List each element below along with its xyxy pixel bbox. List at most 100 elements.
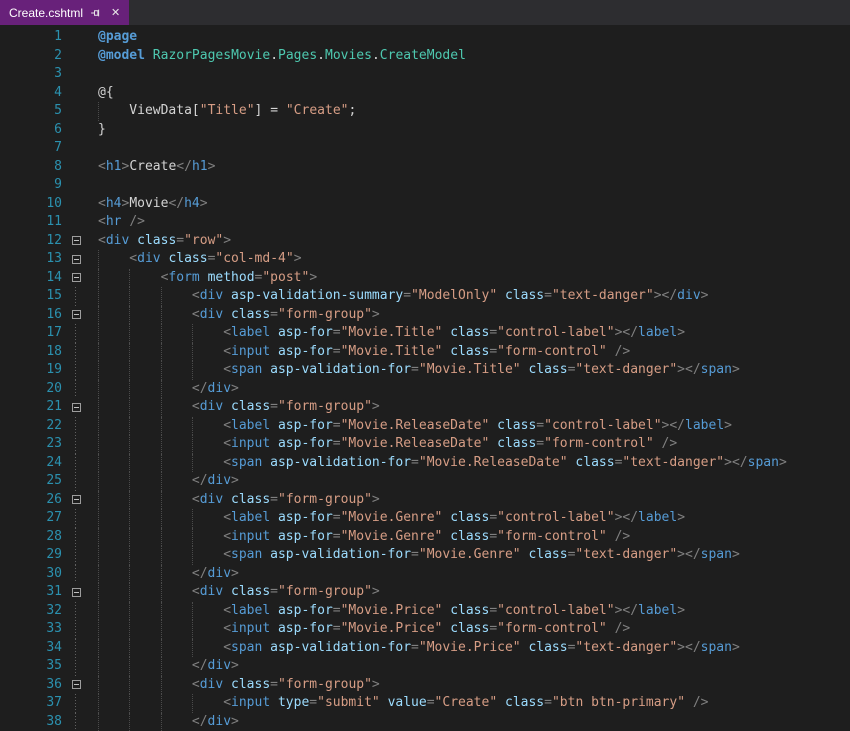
fold-collapse-icon[interactable] <box>64 250 88 269</box>
indent-guide <box>98 398 129 417</box>
code-text: <span asp-validation-for="Movie.Price" c… <box>88 639 740 658</box>
line-number: 30 <box>0 565 64 584</box>
code-token: class <box>231 399 270 414</box>
line-number: 31 <box>0 583 64 602</box>
code-token: CreateModel <box>380 48 466 63</box>
code-token <box>270 510 278 525</box>
indent-guide <box>98 287 129 306</box>
code-line: 14<form method="post"> <box>0 269 850 288</box>
code-token: > <box>294 251 302 266</box>
line-number: 10 <box>0 195 64 214</box>
code-token: ></ <box>677 547 700 562</box>
indent-guide <box>98 380 129 399</box>
code-token: class <box>528 640 567 655</box>
line-number: 25 <box>0 472 64 491</box>
fold-margin <box>64 121 88 140</box>
fold-collapse-icon[interactable] <box>64 583 88 602</box>
code-line: 9 <box>0 176 850 195</box>
code-token: </ <box>192 658 208 673</box>
code-token: = <box>411 455 419 470</box>
indent-guide <box>129 657 160 676</box>
code-line: 33<input asp-for="Movie.Price" class="fo… <box>0 620 850 639</box>
code-token <box>442 325 450 340</box>
code-token: label <box>638 510 677 525</box>
code-token: < <box>98 233 106 248</box>
code-token: "col-md-4" <box>215 251 293 266</box>
code-token <box>223 677 231 692</box>
indent-guide <box>192 528 223 547</box>
code-text: <div class="form-group"> <box>88 398 380 417</box>
indent-guide <box>161 509 192 528</box>
code-token <box>262 547 270 562</box>
code-token: "control-label" <box>497 603 614 618</box>
code-token: div <box>208 714 231 729</box>
code-token: = <box>333 418 341 433</box>
code-line: 19<span asp-validation-for="Movie.Title"… <box>0 361 850 380</box>
code-token: = <box>270 399 278 414</box>
code-token: </ <box>192 714 208 729</box>
code-text: @model RazorPagesMovie.Pages.Movies.Crea… <box>88 47 466 66</box>
code-text: } <box>88 121 106 140</box>
indent-guide <box>129 602 160 621</box>
tab-create-cshtml[interactable]: Create.cshtml ✕ <box>0 0 129 25</box>
code-line: 28<input asp-for="Movie.Genre" class="fo… <box>0 528 850 547</box>
fold-collapse-icon[interactable] <box>64 232 88 251</box>
indent-guide <box>161 417 192 436</box>
code-token: </ <box>192 473 208 488</box>
pin-icon[interactable] <box>90 7 102 19</box>
code-line: 22<label asp-for="Movie.ReleaseDate" cla… <box>0 417 850 436</box>
indent-guide <box>129 343 160 362</box>
code-text: <input asp-for="Movie.Genre" class="form… <box>88 528 630 547</box>
code-text: <input asp-for="Movie.Price" class="form… <box>88 620 630 639</box>
indent-guide <box>192 639 223 658</box>
indent-guide <box>192 417 223 436</box>
code-token <box>270 418 278 433</box>
indent-guide <box>129 472 160 491</box>
code-token: @model <box>98 48 145 63</box>
code-token: class <box>497 418 536 433</box>
tab-bar: Create.cshtml ✕ <box>0 0 850 25</box>
code-token: > <box>231 658 239 673</box>
code-token: /> <box>129 214 145 229</box>
code-token: div <box>208 381 231 396</box>
indent-guide <box>98 565 129 584</box>
fold-margin <box>64 84 88 103</box>
fold-margin <box>64 102 88 121</box>
line-number: 14 <box>0 269 64 288</box>
code-token: > <box>701 288 709 303</box>
code-token: < <box>223 695 231 710</box>
fold-collapse-icon[interactable] <box>64 398 88 417</box>
indent-guide <box>161 306 192 325</box>
code-token: . <box>317 48 325 63</box>
code-token: < <box>223 640 231 655</box>
indent-guide <box>192 694 223 713</box>
code-line: 16<div class="form-group"> <box>0 306 850 325</box>
code-editor[interactable]: 1@page2@model RazorPagesMovie.Pages.Movi… <box>0 25 850 731</box>
code-token: "control-label" <box>497 510 614 525</box>
close-icon[interactable]: ✕ <box>109 6 122 19</box>
indent-guide <box>192 509 223 528</box>
code-token: class <box>505 695 544 710</box>
fold-collapse-icon[interactable] <box>64 269 88 288</box>
code-token: > <box>309 270 317 285</box>
code-token: span <box>748 455 779 470</box>
code-token <box>270 529 278 544</box>
code-token: < <box>223 529 231 544</box>
code-token: ></ <box>654 288 677 303</box>
code-token: class <box>528 362 567 377</box>
code-token: "form-control" <box>497 529 607 544</box>
indent-guide <box>161 361 192 380</box>
line-number: 18 <box>0 343 64 362</box>
code-token: > <box>677 603 685 618</box>
fold-margin <box>64 158 88 177</box>
fold-margin <box>64 28 88 47</box>
code-token <box>442 510 450 525</box>
code-token: asp-for <box>278 344 333 359</box>
fold-collapse-icon[interactable] <box>64 306 88 325</box>
indent-guide <box>129 454 160 473</box>
fold-collapse-icon[interactable] <box>64 491 88 510</box>
code-token: = <box>176 233 184 248</box>
fold-collapse-icon[interactable] <box>64 676 88 695</box>
code-token: class <box>497 436 536 451</box>
code-token: "control-label" <box>544 418 661 433</box>
